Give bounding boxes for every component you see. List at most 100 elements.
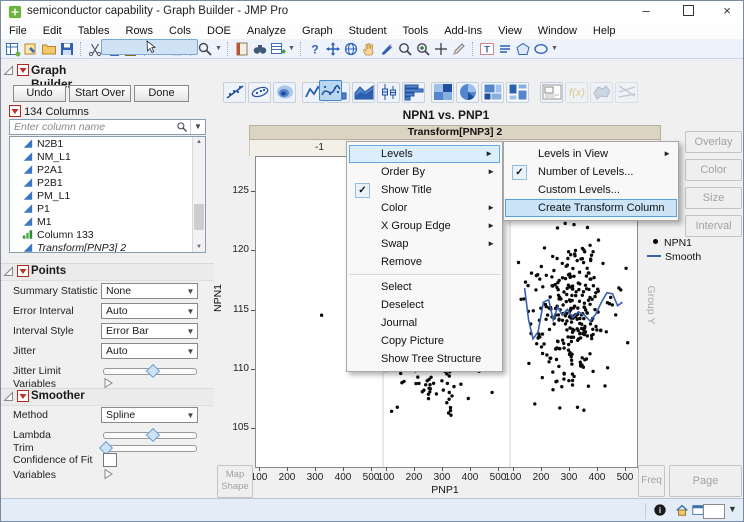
palette-mosaic-button[interactable]	[506, 82, 529, 103]
drop-zone-freq[interactable]: Freq	[638, 465, 665, 497]
palette-smoother-button[interactable]	[319, 80, 342, 101]
y-axis-label[interactable]: NPN1	[212, 298, 224, 312]
menu-window[interactable]: Window	[530, 25, 585, 37]
menu-file[interactable]: File	[1, 25, 35, 37]
palette-box-plot-button[interactable]	[377, 82, 400, 103]
start-over-button[interactable]: Start Over	[69, 85, 131, 102]
menu-graph[interactable]: Graph	[294, 25, 341, 37]
column-item-m1[interactable]: M1	[10, 215, 205, 228]
column-item-p2b1[interactable]: P2B1	[10, 176, 205, 189]
toolbar-help-button[interactable]: ?	[306, 40, 324, 58]
column-search-box[interactable]: ▼	[9, 119, 206, 135]
menu-item-create-transform-column[interactable]: Create Transform Column	[505, 199, 677, 217]
palette-ellipse-button[interactable]	[248, 82, 271, 103]
toolbar-magnifier-button[interactable]	[396, 40, 414, 58]
toolbar-binoculars-button[interactable]	[251, 40, 269, 58]
column-item-p1[interactable]: P1	[10, 202, 205, 215]
scroll-up-icon[interactable]: ▲	[193, 137, 205, 147]
palette-histogram-button[interactable]	[402, 82, 425, 103]
column-search-input[interactable]	[10, 121, 176, 133]
palette-formula-button[interactable]: f(x)	[565, 82, 588, 103]
menu-tables[interactable]: Tables	[70, 25, 118, 37]
toolbar-overflow-icon[interactable]: ▼	[550, 40, 559, 58]
red-triangle-menu-icon[interactable]	[9, 105, 21, 117]
menu-item-show-tree-structure[interactable]: Show Tree Structure	[347, 350, 502, 368]
menu-item-remove[interactable]: Remove	[347, 253, 502, 271]
toolbar-annotate-oval-button[interactable]	[532, 40, 550, 58]
menu-item-custom-levels[interactable]: Custom Levels...	[504, 181, 678, 199]
menu-item-levels-in-view[interactable]: Levels in View►	[504, 145, 678, 163]
toolbar-journal-button[interactable]	[233, 40, 251, 58]
menu-item-levels[interactable]: Levels►	[349, 145, 500, 163]
toolbar-annotate-lines-button[interactable]	[496, 40, 514, 58]
disclosure-right-icon[interactable]	[103, 468, 114, 480]
menu-add-ins[interactable]: Add-Ins	[436, 25, 490, 37]
menu-item-x-group-edge[interactable]: X Group Edge►	[347, 217, 502, 235]
menu-tools[interactable]: Tools	[395, 25, 437, 37]
column-item-pm-l1[interactable]: PM_L1	[10, 189, 205, 202]
toolbar-hand-button[interactable]	[360, 40, 378, 58]
toolbar-cursor-button[interactable]	[101, 39, 198, 55]
palette-contour-button[interactable]	[273, 82, 296, 103]
close-button[interactable]: ×	[711, 1, 743, 23]
method-select[interactable]: Spline▼	[101, 407, 198, 423]
drop-zone-page[interactable]: Page	[669, 465, 742, 497]
jitter-select[interactable]: Auto▼	[101, 343, 198, 359]
undo-button[interactable]: Undo	[13, 85, 66, 102]
toolbar-brush-button[interactable]	[378, 40, 396, 58]
toolbar-new-table-button[interactable]	[4, 40, 22, 58]
column-item-nm-l1[interactable]: NM_L1	[10, 150, 205, 163]
maximize-button[interactable]	[671, 1, 705, 23]
toolbar-crosshair-button[interactable]	[432, 40, 450, 58]
column-item-transform-pnp3-2[interactable]: Transform[PNP3] 2	[10, 241, 205, 253]
menu-item-deselect[interactable]: Deselect	[347, 296, 502, 314]
column-item-p2a1[interactable]: P2A1	[10, 163, 205, 176]
interval-style-select[interactable]: Error Bar▼	[101, 323, 198, 339]
disclosure-icon[interactable]	[3, 391, 14, 402]
menu-item-journal[interactable]: Journal	[347, 314, 502, 332]
menu-item-show-title[interactable]: ✓Show Title	[347, 181, 502, 199]
toolbar-annotate-text-button[interactable]: T	[478, 40, 496, 58]
drop-zone-map-shape[interactable]: Map Shape	[217, 465, 253, 498]
zoom-box[interactable]	[703, 504, 725, 519]
toolbar-overflow-icon[interactable]: ▼	[287, 40, 296, 58]
drop-zone-color[interactable]: Color	[685, 159, 742, 181]
toolbar-add-rows-button[interactable]	[269, 40, 287, 58]
drop-zone-group-y[interactable]: Group Y	[645, 270, 657, 340]
menu-help[interactable]: Help	[585, 25, 624, 37]
palette-area-button[interactable]	[352, 82, 375, 103]
palette-heatmap-button[interactable]	[431, 82, 454, 103]
red-triangle-menu-icon[interactable]	[17, 265, 29, 277]
toolbar-zoom-in-button[interactable]	[414, 40, 432, 58]
menu-cols[interactable]: Cols	[161, 25, 199, 37]
column-item-n2b1[interactable]: N2B1	[10, 137, 205, 150]
drop-zone-overlay[interactable]: Overlay	[685, 131, 742, 153]
palette-parallel-button[interactable]	[615, 82, 638, 103]
toolbar-pencil-button[interactable]	[450, 40, 468, 58]
menu-item-number-of-levels[interactable]: ✓Number of Levels...	[504, 163, 678, 181]
scrollbar[interactable]: ▲ ▼	[192, 137, 205, 252]
toolbar-save-button[interactable]	[58, 40, 76, 58]
red-triangle-menu-icon[interactable]	[17, 390, 29, 402]
disclosure-icon[interactable]	[3, 65, 14, 76]
toolbar-search-button[interactable]	[196, 40, 214, 58]
menu-item-order-by[interactable]: Order By►	[347, 163, 502, 181]
palette-map-shapes-button[interactable]	[590, 82, 613, 103]
menu-analyze[interactable]: Analyze	[239, 25, 294, 37]
home-icon[interactable]	[675, 503, 691, 519]
chevron-down-icon[interactable]: ▼	[728, 504, 737, 514]
menu-item-select[interactable]: Select	[347, 278, 502, 296]
palette-treemap-button[interactable]	[481, 82, 504, 103]
toolbar-open-button[interactable]	[40, 40, 58, 58]
confidence-of-fit-checkbox[interactable]	[103, 453, 117, 467]
palette-line-of-fit-button[interactable]	[223, 82, 246, 103]
menu-view[interactable]: View	[490, 25, 530, 37]
group-x-header[interactable]: Transform[PNP3] 2	[249, 125, 661, 140]
toolbar-import-button[interactable]	[22, 40, 40, 58]
menu-item-copy-picture[interactable]: Copy Picture	[347, 332, 502, 350]
toolbar-grabber-button[interactable]	[324, 40, 342, 58]
menu-item-swap[interactable]: Swap►	[347, 235, 502, 253]
toolbar-overflow-icon[interactable]: ▼	[214, 40, 223, 58]
disclosure-icon[interactable]	[3, 266, 14, 277]
palette-pie-button[interactable]	[456, 82, 479, 103]
